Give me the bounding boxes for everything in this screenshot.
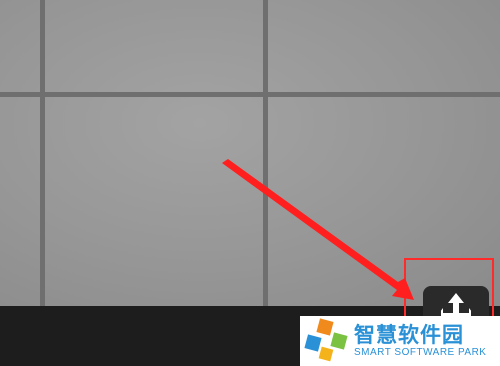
watermark-title-cn: 智慧软件园 bbox=[354, 323, 464, 347]
grid-line bbox=[40, 0, 45, 308]
grid-line bbox=[0, 92, 500, 97]
watermark-title-en: SMART SOFTWARE PARK bbox=[354, 347, 487, 358]
grid-line bbox=[263, 0, 268, 308]
smart-software-park-logo-icon bbox=[304, 318, 350, 364]
watermark: 智慧软件园 SMART SOFTWARE PARK bbox=[300, 316, 500, 366]
